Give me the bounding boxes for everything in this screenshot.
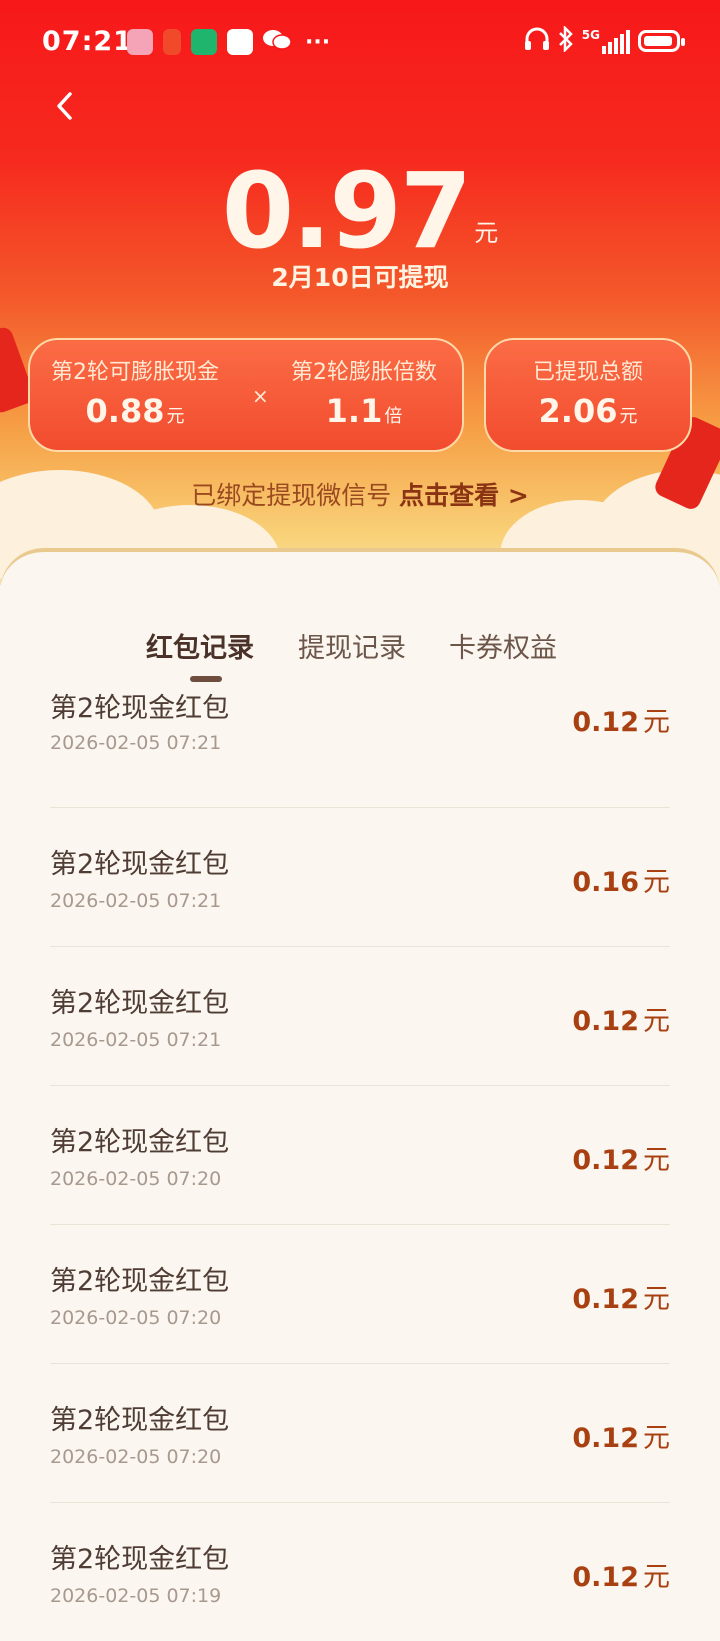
record-amount: 0.12 元 [572, 707, 670, 738]
record-amount: 0.12 元 [572, 1562, 670, 1593]
battery-icon [638, 30, 685, 52]
active-tab-indicator [190, 676, 222, 682]
record-date: 2026-02-05 07:19 [50, 1585, 222, 1607]
list-item: 第2轮现金红包 2026-02-05 07:21 0.12 元 [50, 690, 670, 808]
app-notification-icon [191, 29, 217, 55]
list-item: 第2轮现金红包 2026-02-05 07:21 0.16 元 [50, 808, 670, 947]
multiplier-unit: 倍 [384, 406, 403, 427]
withdrawn-unit: 元 [619, 406, 638, 427]
status-right-icons: 5G [524, 24, 685, 56]
record-title: 第2轮现金红包 [50, 1266, 230, 1297]
multiplier-stat: 第2轮膨胀倍数 1.1 倍 [266, 354, 462, 430]
round-cash-label: 第2轮可膨胀现金 [51, 360, 219, 385]
withdrawn-total-card: 已提现总额 2.06 元 [484, 338, 692, 452]
list-item: 第2轮现金红包 2026-02-05 07:20 0.12 元 [50, 1364, 670, 1503]
notification-icons: ··· [127, 28, 330, 56]
map-notification-icon [227, 29, 253, 55]
balance-amount: 0.97 元 [0, 150, 720, 272]
list-item: 第2轮现金红包 2026-02-05 07:19 0.12 元 [50, 1503, 670, 1641]
balance-unit: 元 [474, 219, 499, 247]
headphones-icon [524, 27, 550, 55]
status-time: 07:21 [42, 26, 133, 57]
list-item: 第2轮现金红包 2026-02-05 07:20 0.12 元 [50, 1225, 670, 1364]
record-title: 第2轮现金红包 [50, 849, 230, 880]
view-wechat-link[interactable]: 点击查看 > [399, 481, 529, 510]
record-date: 2026-02-05 07:21 [50, 890, 222, 912]
app-notification-icon [127, 29, 153, 55]
record-amount: 0.12 元 [572, 1006, 670, 1037]
round-cash-value: 0.88 [85, 392, 165, 430]
record-amount: 0.16 元 [572, 867, 670, 898]
multiplier-value: 1.1 [325, 392, 383, 430]
record-date: 2026-02-05 07:21 [50, 1029, 222, 1051]
record-tabs: 红包记录 提现记录 卡券权益 [0, 626, 720, 686]
multiplier-label: 第2轮膨胀倍数 [291, 360, 437, 385]
round-cash-stat: 第2轮可膨胀现金 0.88 元 [30, 354, 240, 430]
app-notification-icon [163, 29, 181, 55]
tab-withdraw-records[interactable]: 提现记录 [298, 626, 406, 665]
record-date: 2026-02-05 07:21 [50, 732, 222, 754]
withdraw-date: 2月10日可提现 [271, 263, 449, 292]
balance-value: 0.97 [221, 150, 473, 272]
record-date: 2026-02-05 07:20 [50, 1446, 222, 1468]
expansion-card: 第2轮可膨胀现金 0.88 元 × 第2轮膨胀倍数 1.1 倍 [28, 338, 464, 452]
record-title: 第2轮现金红包 [50, 1127, 230, 1158]
red-packet-record-list: 第2轮现金红包 2026-02-05 07:21 0.12 元 第2轮现金红包 2… [50, 690, 670, 1641]
wechat-bind-text: 已绑定提现微信号 [191, 481, 392, 510]
chevron-left-icon [57, 92, 72, 120]
tab-red-packet-records[interactable]: 红包记录 [146, 626, 254, 665]
record-title: 第2轮现金红包 [50, 693, 230, 724]
more-notifications-icon: ··· [305, 29, 331, 55]
wechat-bind-row: 已绑定提现微信号 点击查看 > [0, 476, 720, 512]
record-title: 第2轮现金红包 [50, 1544, 230, 1575]
list-item: 第2轮现金红包 2026-02-05 07:21 0.12 元 [50, 947, 670, 1086]
bluetooth-icon [558, 24, 574, 56]
withdrawn-label: 已提现总额 [532, 360, 643, 385]
wechat-icon [263, 28, 292, 56]
record-amount: 0.12 元 [572, 1284, 670, 1315]
withdrawn-value: 2.06 [538, 392, 618, 430]
record-date: 2026-02-05 07:20 [50, 1307, 222, 1329]
signal-5g-icon: 5G [582, 28, 630, 54]
withdrawn-stat: 已提现总额 2.06 元 [486, 354, 690, 430]
wave-border [0, 548, 720, 585]
record-date: 2026-02-05 07:20 [50, 1168, 222, 1190]
network-type-label: 5G [581, 28, 600, 42]
tab-coupons[interactable]: 卡券权益 [449, 626, 557, 665]
record-title: 第2轮现金红包 [50, 1405, 230, 1436]
status-bar: 07:21 ··· 5G [0, 0, 720, 84]
list-item: 第2轮现金红包 2026-02-05 07:20 0.12 元 [50, 1086, 670, 1225]
record-amount: 0.12 元 [572, 1145, 670, 1176]
back-button[interactable] [48, 88, 84, 124]
record-title: 第2轮现金红包 [50, 988, 230, 1019]
round-cash-unit: 元 [166, 406, 185, 427]
record-amount: 0.12 元 [572, 1423, 670, 1454]
